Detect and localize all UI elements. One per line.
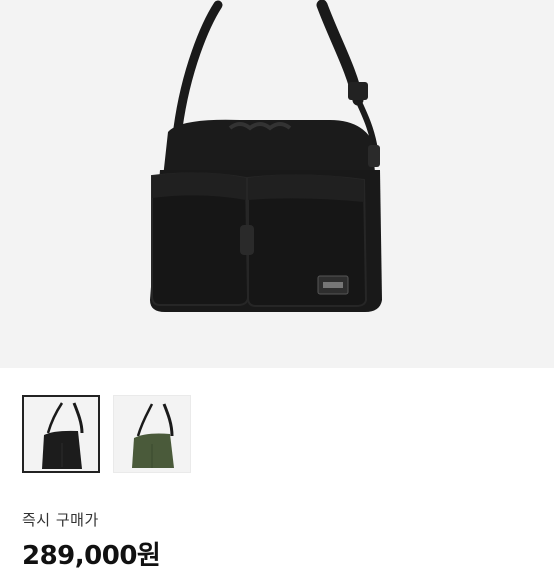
bag-illustration bbox=[150, 0, 382, 312]
black-bag-thumbnail-image bbox=[42, 402, 84, 469]
thumbnail-olive[interactable] bbox=[113, 395, 191, 473]
instant-buy-label: 즉시 구매가 bbox=[22, 511, 99, 529]
olive-bag-thumbnail-image bbox=[132, 403, 174, 468]
product-main-image[interactable] bbox=[0, 0, 554, 368]
thumbnail-black[interactable] bbox=[22, 395, 100, 473]
thumbnail-strip bbox=[22, 395, 202, 475]
